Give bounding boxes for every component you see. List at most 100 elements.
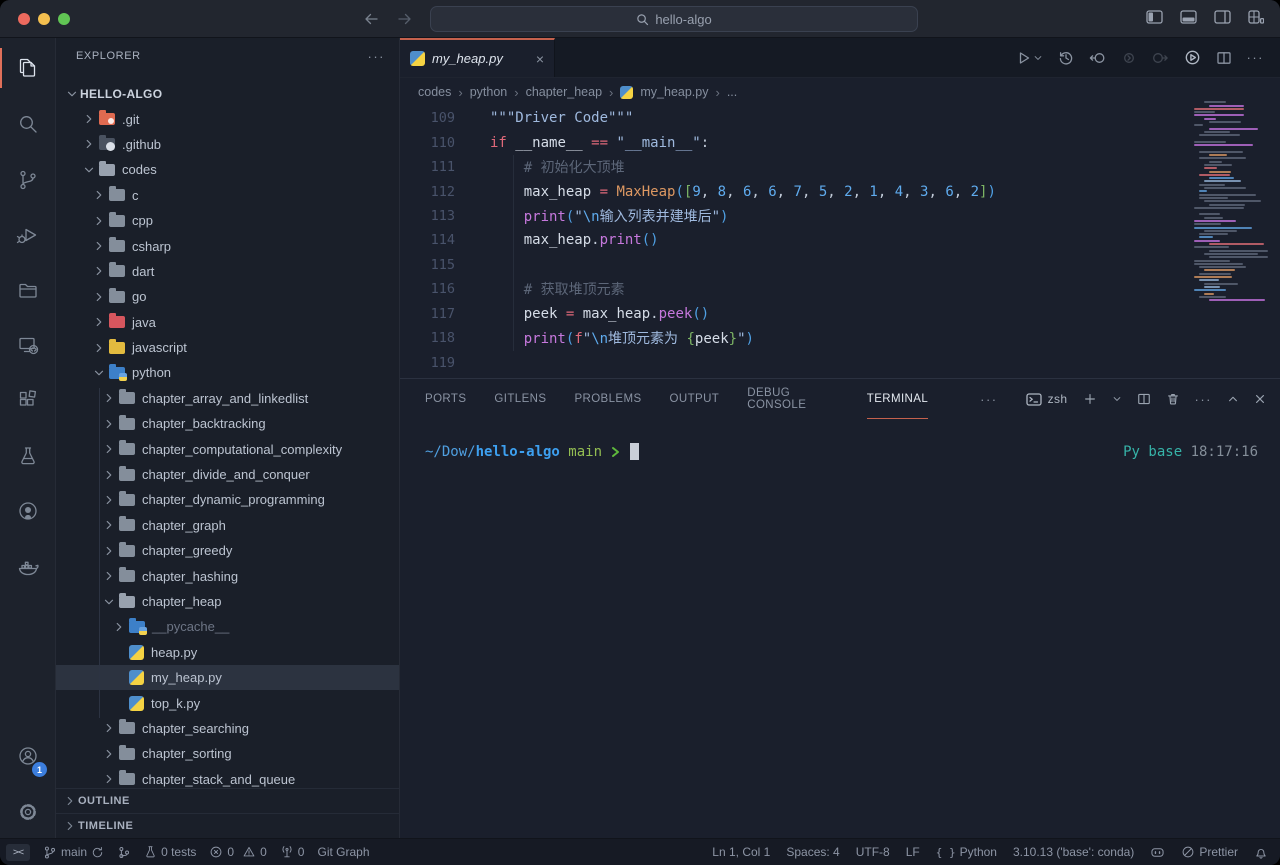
new-terminal-icon[interactable]	[1083, 392, 1097, 406]
git-graph-icon-button[interactable]	[117, 845, 131, 860]
tree-item-javascript[interactable]: javascript	[56, 335, 399, 360]
tree-item-heap-py[interactable]: heap.py	[56, 640, 399, 665]
run-debug-icon[interactable]	[0, 211, 56, 259]
panel-more-tabs-icon[interactable]: ···	[980, 392, 998, 407]
tree-item-codes[interactable]: codes	[56, 157, 399, 182]
panel-more-actions-icon[interactable]: ···	[1195, 392, 1213, 407]
tree-item--pycache-[interactable]: __pycache__	[56, 614, 399, 639]
timeline-history-icon[interactable]	[1058, 50, 1074, 66]
nav-back-circle-icon[interactable]	[1089, 50, 1106, 66]
close-tab-icon[interactable]: ×	[536, 51, 544, 67]
indentation[interactable]: Spaces: 4	[786, 845, 839, 859]
tree-item-chapter-heap[interactable]: chapter_heap	[56, 589, 399, 614]
minimap[interactable]	[1194, 98, 1270, 330]
close-panel-icon[interactable]	[1254, 393, 1266, 405]
copilot-icon[interactable]	[1150, 846, 1165, 859]
search-view-icon[interactable]	[0, 100, 56, 148]
github-icon[interactable]	[0, 487, 56, 535]
breadcrumb-python[interactable]: python	[470, 85, 508, 99]
tree-item-chapter-graph[interactable]: chapter_graph	[56, 513, 399, 538]
tree-item-dart[interactable]: dart	[56, 259, 399, 284]
tree-item-chapter-array-and-linkedlist[interactable]: chapter_array_and_linkedlist	[56, 386, 399, 411]
language-mode[interactable]: { }Python	[936, 845, 997, 859]
tree-item-python[interactable]: python	[56, 360, 399, 385]
project-folder-icon[interactable]	[0, 266, 56, 314]
remote-explorer-icon[interactable]	[0, 321, 56, 369]
tree-item-chapter-divide-and-conquer[interactable]: chapter_divide_and_conquer	[56, 462, 399, 487]
toggle-secondary-sidebar-icon[interactable]	[1214, 10, 1231, 24]
tree-item--git[interactable]: .git	[56, 106, 399, 131]
code-editor[interactable]: 109"""Driver Code"""110if __name__ == "_…	[400, 106, 1180, 378]
minimize-window-button[interactable]	[38, 13, 50, 25]
nav-forward-circle-icon[interactable]	[1152, 50, 1169, 66]
tree-item-chapter-backtracking[interactable]: chapter_backtracking	[56, 411, 399, 436]
maximize-panel-icon[interactable]	[1227, 393, 1239, 405]
tree-item-chapter-dynamic-programming[interactable]: chapter_dynamic_programming	[56, 487, 399, 512]
tree-item-chapter-greedy[interactable]: chapter_greedy	[56, 538, 399, 563]
problems-status[interactable]: 0 0	[209, 845, 266, 859]
breadcrumb-file[interactable]: my_heap.py	[640, 85, 708, 99]
notifications-bell-icon[interactable]	[1254, 845, 1268, 860]
zoom-window-button[interactable]	[58, 13, 70, 25]
forward-icon[interactable]	[396, 10, 414, 28]
terminal-instance[interactable]: zsh	[1026, 392, 1068, 406]
tree-item-chapter-searching[interactable]: chapter_searching	[56, 716, 399, 741]
more-actions-icon[interactable]: ···	[1247, 50, 1265, 65]
back-icon[interactable]	[362, 10, 380, 28]
ports-status[interactable]: 0	[280, 845, 305, 859]
toggle-sidebar-icon[interactable]	[1146, 10, 1163, 24]
remote-indicator[interactable]: ><	[6, 844, 30, 861]
timeline-section[interactable]: TIMELINE	[56, 813, 399, 838]
breadcrumb-chapter-heap[interactable]: chapter_heap	[526, 85, 602, 99]
git-graph-label[interactable]: Git Graph	[317, 845, 369, 859]
tree-item-chapter-computational-complexity[interactable]: chapter_computational_complexity	[56, 436, 399, 461]
nav-circle-icon[interactable]	[1121, 50, 1137, 66]
tab-my-heap[interactable]: my_heap.py ×	[400, 38, 555, 77]
python-interpreter[interactable]: 3.10.13 ('base': conda)	[1013, 845, 1134, 859]
panel-tab-debug-console[interactable]: DEBUG CONSOLE	[747, 379, 839, 419]
explorer-icon[interactable]	[0, 44, 56, 92]
command-center-search[interactable]: hello-algo	[430, 6, 918, 32]
explorer-more-actions-icon[interactable]: ···	[368, 49, 386, 64]
run-python-file-button[interactable]	[1015, 50, 1043, 66]
accounts-icon[interactable]: 1	[0, 732, 56, 780]
tree-item-my-heap-py[interactable]: my_heap.py	[56, 665, 399, 690]
terminal-dropdown-icon[interactable]	[1112, 394, 1122, 404]
tree-item--github[interactable]: .github	[56, 132, 399, 157]
customize-layout-icon[interactable]	[1248, 10, 1264, 24]
panel-tab-output[interactable]: OUTPUT	[670, 379, 720, 419]
terminal-content[interactable]: ~/Dow/hello-algo main Py base 18:17:16	[425, 443, 1258, 460]
breadcrumb-codes[interactable]: codes	[418, 85, 451, 99]
tests-status[interactable]: 0 tests	[144, 845, 196, 859]
panel-tab-gitlens[interactable]: GITLENS	[494, 379, 546, 419]
tree-item-go[interactable]: go	[56, 284, 399, 309]
split-editor-icon[interactable]	[1216, 50, 1232, 66]
panel-tab-terminal[interactable]: TERMINAL	[867, 379, 928, 419]
tree-item-csharp[interactable]: csharp	[56, 233, 399, 258]
run-or-debug-icon[interactable]	[1184, 49, 1201, 66]
breadcrumb-symbol[interactable]: ...	[727, 85, 737, 99]
tree-item-c[interactable]: c	[56, 183, 399, 208]
git-branch-status[interactable]: main	[43, 845, 104, 860]
panel-tab-ports[interactable]: PORTS	[425, 379, 466, 419]
panel-tab-problems[interactable]: PROBLEMS	[574, 379, 641, 419]
close-window-button[interactable]	[18, 13, 30, 25]
extensions-icon[interactable]	[0, 376, 56, 424]
prettier-status[interactable]: Prettier	[1181, 845, 1238, 859]
eol-sequence[interactable]: LF	[906, 845, 920, 859]
tree-item-java[interactable]: java	[56, 310, 399, 335]
kill-terminal-trash-icon[interactable]	[1166, 392, 1180, 406]
tree-item-chapter-hashing[interactable]: chapter_hashing	[56, 563, 399, 588]
tree-item-cpp[interactable]: cpp	[56, 208, 399, 233]
cursor-position[interactable]: Ln 1, Col 1	[712, 845, 770, 859]
settings-gear-icon[interactable]	[0, 788, 56, 836]
tree-item-chapter-sorting[interactable]: chapter_sorting	[56, 741, 399, 766]
toggle-panel-icon[interactable]	[1180, 10, 1197, 24]
split-terminal-icon[interactable]	[1137, 392, 1151, 406]
tree-item-hello-algo[interactable]: HELLO-ALGO	[56, 81, 399, 106]
testing-flask-icon[interactable]	[0, 432, 56, 480]
outline-section[interactable]: OUTLINE	[56, 788, 399, 813]
tree-item-top-k-py[interactable]: top_k.py	[56, 690, 399, 715]
source-control-icon[interactable]	[0, 156, 56, 204]
encoding[interactable]: UTF-8	[856, 845, 890, 859]
